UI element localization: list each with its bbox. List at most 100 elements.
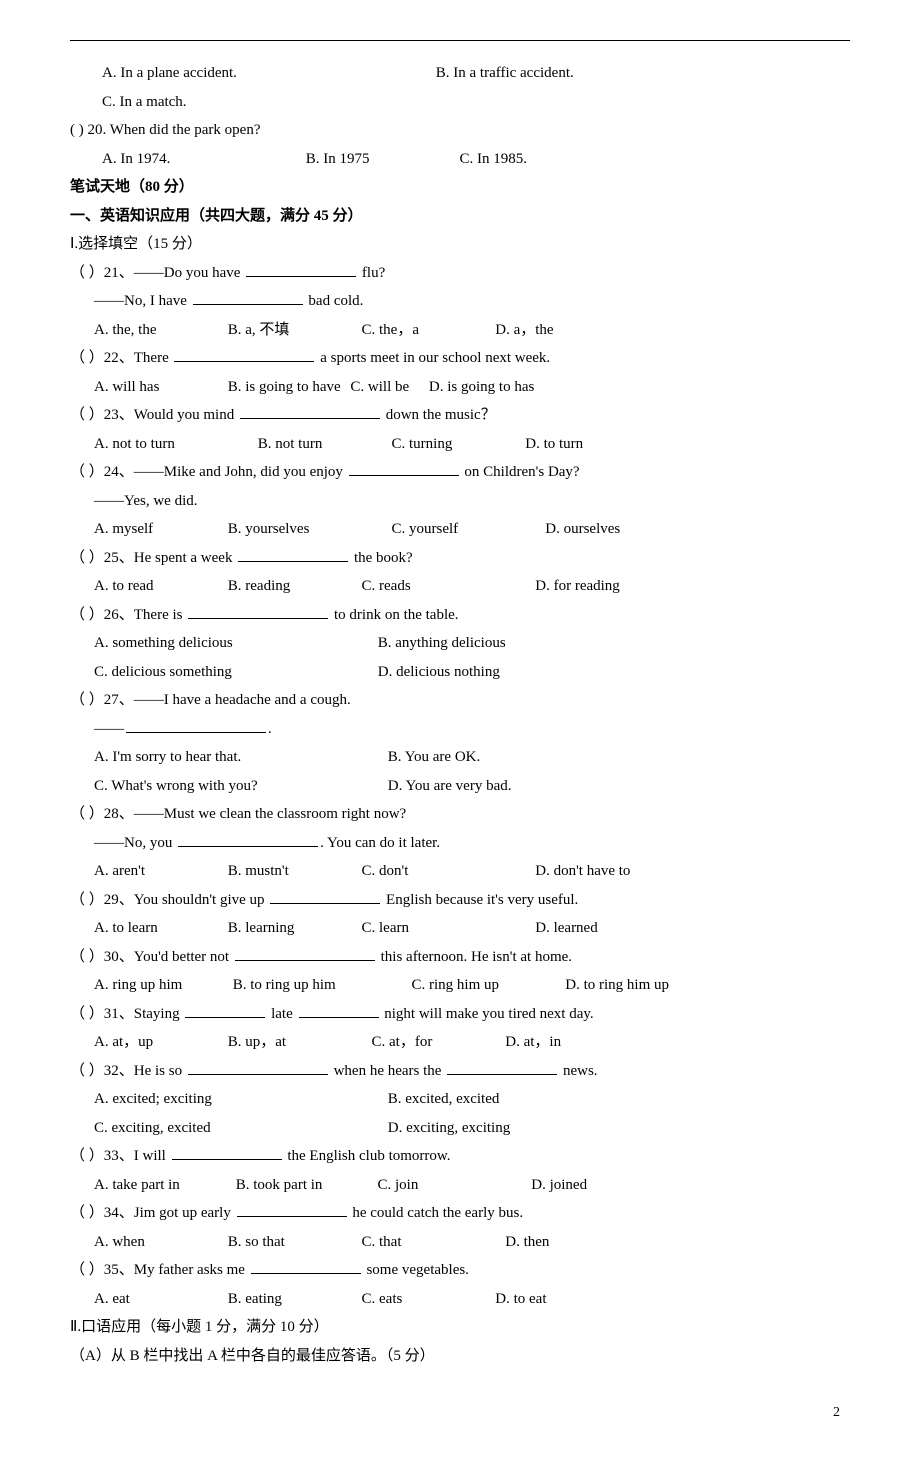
q26-options-line1: A. something delicious B. anything delic… <box>70 629 850 658</box>
q35-stem: （ ）35、My father asks me some vegetables. <box>70 1256 850 1285</box>
q25-optC: C. reads <box>362 572 532 601</box>
section-one-heading: 一、英语知识应用（共四大题，满分 45 分） <box>70 202 850 231</box>
q33-stem: （ ）33、I will the English club tomorrow. <box>70 1142 850 1171</box>
q24-blank[interactable] <box>349 460 459 476</box>
q21-blank2[interactable] <box>193 289 303 305</box>
q34-optD: D. then <box>505 1228 549 1257</box>
q29-optA: A. to learn <box>94 914 224 943</box>
q29-options: A. to learn B. learning C. learn D. lear… <box>70 914 850 943</box>
q32-blank2[interactable] <box>447 1059 557 1075</box>
q33-stem-post: the English club tomorrow. <box>284 1148 451 1164</box>
q25-stem-pre: （ ）25、He spent a week <box>70 550 236 566</box>
q28-options: A. aren't B. mustn't C. don't D. don't h… <box>70 857 850 886</box>
q29-optC: C. learn <box>362 914 532 943</box>
q32-blank1[interactable] <box>188 1059 328 1075</box>
q31-stem: （ ）31、Staying late night will make you t… <box>70 1000 850 1029</box>
q30-optB: B. to ring up him <box>233 971 408 1000</box>
q33-blank[interactable] <box>172 1144 282 1160</box>
q35-blank[interactable] <box>251 1258 361 1274</box>
q30-blank[interactable] <box>235 945 375 961</box>
q24-options: A. myself B. yourselves C. yourself D. o… <box>70 515 850 544</box>
q21-line2: ——No, I have bad cold. <box>70 287 850 316</box>
q21-optB: B. a, 不填 <box>228 316 358 345</box>
q23-stem: （ ）23、Would you mind down the music？ <box>70 401 850 430</box>
q28-line2: ——No, you . You can do it later. <box>70 829 850 858</box>
q21-stem: （ ）21、——Do you have flu? <box>70 259 850 288</box>
q19-options-line1: A. In a plane accident. B. In a traffic … <box>70 59 850 88</box>
q34-stem-pre: （ ）34、Jim got up early <box>70 1205 235 1221</box>
q23-optB: B. not turn <box>258 430 388 459</box>
q28-optC: C. don't <box>362 857 532 886</box>
q31-stem-mid: late <box>267 1006 296 1022</box>
q29-stem-post: English because it's very useful. <box>382 892 578 908</box>
q33-optA: A. take part in <box>94 1171 232 1200</box>
q20-options: A. In 1974. B. In 1975 C. In 1985. <box>70 145 850 174</box>
q19-options-line2: C. In a match. <box>70 88 850 117</box>
q25-optB: B. reading <box>228 572 358 601</box>
q23-stem-post: down the music？ <box>382 407 496 423</box>
q22-stem-post: a sports meet in our school next week. <box>316 350 550 366</box>
q33-optB: B. took part in <box>236 1171 374 1200</box>
q26-optD: D. delicious nothing <box>378 658 500 687</box>
q21-blank1[interactable] <box>246 261 356 277</box>
q29-optB: B. learning <box>228 914 358 943</box>
q27-blank[interactable] <box>126 717 266 733</box>
q31-stem-pre: （ ）31、Staying <box>70 1006 183 1022</box>
q31-blank2[interactable] <box>299 1002 379 1018</box>
q25-optD: D. for reading <box>535 572 620 601</box>
q25-stem: （ ）25、He spent a week the book? <box>70 544 850 573</box>
q28-optD: D. don't have to <box>535 857 630 886</box>
q31-optA: A. at，up <box>94 1028 224 1057</box>
q20-optA: A. In 1974. <box>102 145 302 174</box>
q24-optD: D. ourselves <box>545 515 620 544</box>
q20-optC: C. In 1985. <box>460 151 528 167</box>
q28-blank[interactable] <box>178 831 318 847</box>
q32-options-line1: A. excited; exciting B. excited, excited <box>70 1085 850 1114</box>
q19-optC: C. In a match. <box>102 94 187 110</box>
q26-blank[interactable] <box>188 603 328 619</box>
q33-stem-pre: （ ）33、I will <box>70 1148 170 1164</box>
q22-optC: C. will be <box>350 373 409 402</box>
q30-stem-post: this afternoon. He isn't at home. <box>377 949 572 965</box>
q27-line2-post: . <box>268 721 272 737</box>
part-ii-a: （A）从 B 栏中找出 A 栏中各自的最佳应答语。（5 分） <box>70 1342 850 1371</box>
q31-blank1[interactable] <box>185 1002 265 1018</box>
q25-optA: A. to read <box>94 572 224 601</box>
q34-blank[interactable] <box>237 1201 347 1217</box>
q33-optC: C. join <box>378 1171 528 1200</box>
q32-options-line2: C. exciting, excited D. exciting, exciti… <box>70 1114 850 1143</box>
q22-blank[interactable] <box>174 346 314 362</box>
q31-optB: B. up，at <box>228 1028 368 1057</box>
q28-stem: （ ）28、——Must we clean the classroom righ… <box>70 800 850 829</box>
q27-line2-pre: —— <box>94 721 124 737</box>
q26-optA: A. something delicious <box>94 629 374 658</box>
q30-optA: A. ring up him <box>94 971 229 1000</box>
q34-stem: （ ）34、Jim got up early he could catch th… <box>70 1199 850 1228</box>
q35-options: A. eat B. eating C. eats D. to eat <box>70 1285 850 1314</box>
q29-blank[interactable] <box>270 888 380 904</box>
q24-optB: B. yourselves <box>228 515 388 544</box>
q34-stem-post: he could catch the early bus. <box>349 1205 524 1221</box>
q25-blank[interactable] <box>238 546 348 562</box>
q32-optA: A. excited; exciting <box>94 1085 384 1114</box>
q32-optC: C. exciting, excited <box>94 1114 384 1143</box>
q30-stem: （ ）30、You'd better not this afternoon. H… <box>70 943 850 972</box>
q22-optD: D. is going to has <box>429 373 534 402</box>
q30-optD: D. to ring him up <box>565 971 669 1000</box>
q32-stem-post: news. <box>559 1063 597 1079</box>
q27-optC: C. What's wrong with you? <box>94 772 384 801</box>
q26-stem-pre: （ ）26、There is <box>70 607 186 623</box>
q29-optD: D. learned <box>535 914 597 943</box>
q27-stem: （ ）27、——I have a headache and a cough. <box>70 686 850 715</box>
q24-optC: C. yourself <box>392 515 542 544</box>
q26-optC: C. delicious something <box>94 658 374 687</box>
q28-optA: A. aren't <box>94 857 224 886</box>
q34-optB: B. so that <box>228 1228 358 1257</box>
q32-stem: （ ）32、He is so when he hears the news. <box>70 1057 850 1086</box>
q23-blank[interactable] <box>240 403 380 419</box>
q35-stem-pre: （ ）35、My father asks me <box>70 1262 249 1278</box>
q32-optB: B. excited, excited <box>388 1085 500 1114</box>
q23-optC: C. turning <box>392 430 522 459</box>
q32-optD: D. exciting, exciting <box>388 1114 510 1143</box>
q22-stem: （ ）22、There a sports meet in our school … <box>70 344 850 373</box>
